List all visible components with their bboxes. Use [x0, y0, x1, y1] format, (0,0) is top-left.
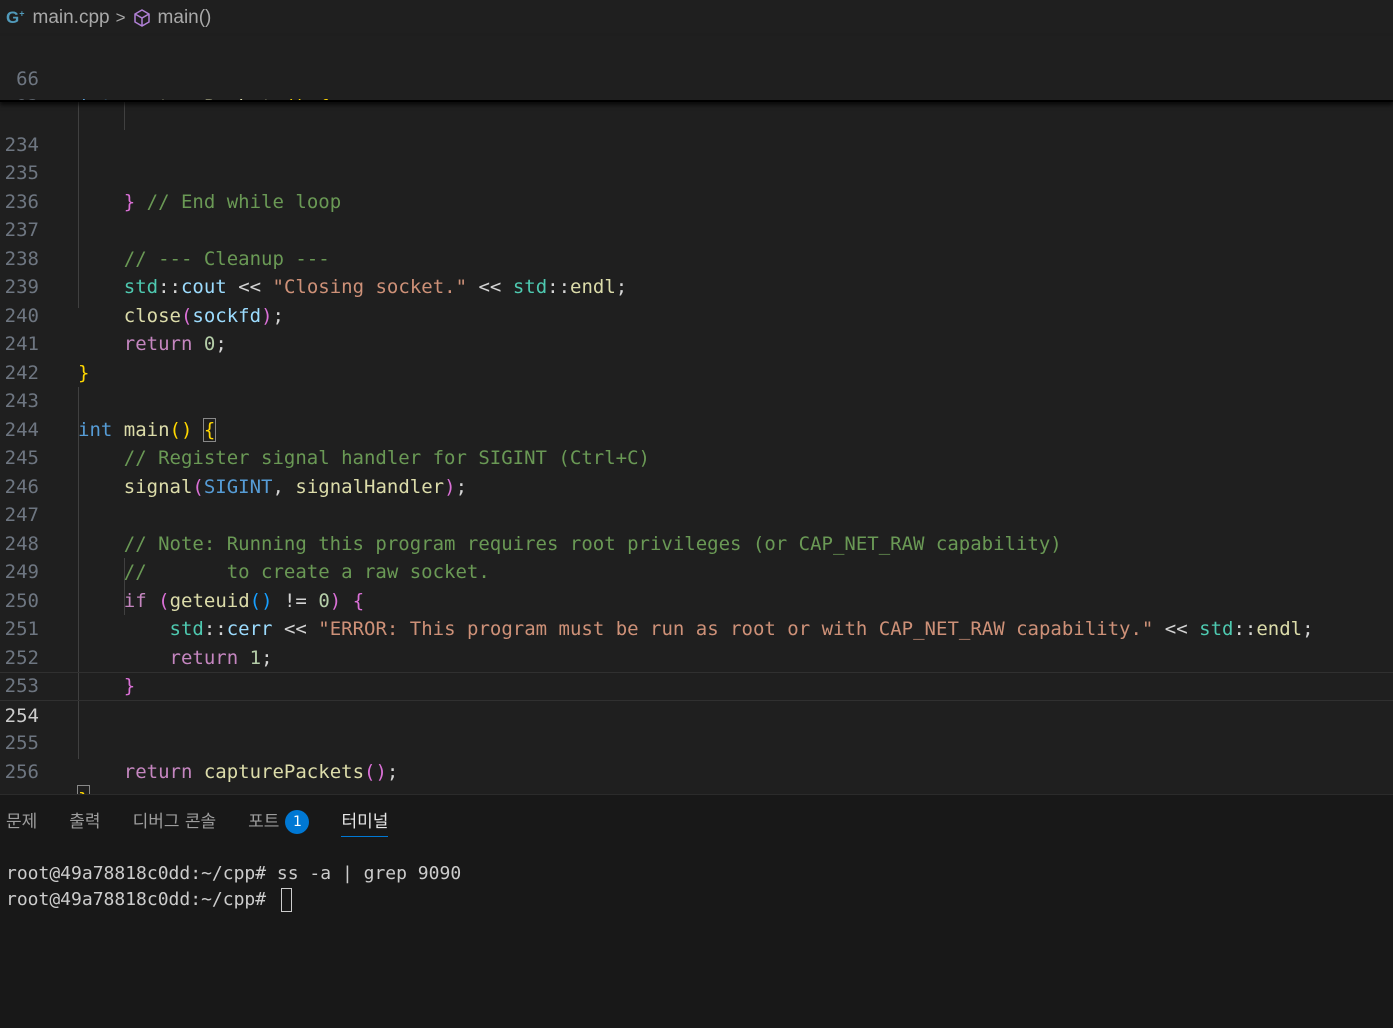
tab-output[interactable]: 출력 [69, 807, 100, 837]
code-line[interactable]: 251 return 1; [0, 587, 1393, 669]
code-line[interactable]: 250 std::cerr << "ERROR: This program mu… [0, 558, 1393, 641]
terminal[interactable]: root@49a78818c0dd:~/cpp# ss -a | grep 90… [6, 861, 461, 913]
breadcrumb-file[interactable]: main.cpp [33, 7, 110, 29]
bottom-panel: 문제 출력 디버그 콘솔 포트 1 터미널 root@49a78818c0dd:~… [0, 794, 1393, 1028]
code-line[interactable]: 249 if (geteuid() != 0) { [0, 530, 1393, 612]
terminal-prompt-line: root@49a78818c0dd:~/cpp# [6, 887, 461, 913]
code-line[interactable]: 237 // --- Cleanup --- [0, 188, 1393, 270]
code-line[interactable]: 247 // Note: Running this program requir… [0, 473, 1393, 555]
code-editor[interactable]: 234 235 } // End while loop 236 237 // -… [0, 102, 1393, 794]
cpp-file-icon: G+ [6, 8, 25, 27]
code-line[interactable]: 239 close(sockfd); [0, 245, 1393, 327]
code-line[interactable]: 235 } // End while loop [0, 131, 1393, 213]
code-line[interactable]: 246 [0, 444, 1393, 498]
code-line[interactable]: 244 // Register signal handler for SIGIN… [0, 387, 1393, 470]
code-line[interactable]: 255 return capturePackets(); [0, 701, 1393, 783]
breadcrumb: G+ main.cpp > main() [0, 0, 1393, 36]
code-line[interactable]: 241 } [0, 302, 1393, 384]
sticky-scroll[interactable]: 66 int capturePackets() { 93 while (!sto… [0, 36, 1393, 102]
code-line[interactable]: 236 [0, 159, 1393, 213]
breadcrumb-symbol[interactable]: main() [158, 7, 212, 29]
sticky-line[interactable]: 66 int capturePackets() { [0, 36, 1393, 101]
tab-problems[interactable]: 문제 [6, 807, 37, 837]
code-line: int capturePackets() { [78, 93, 330, 100]
breadcrumb-separator: > [115, 8, 126, 27]
code-line[interactable]: 245 signal(SIGINT, signalHandler); [0, 416, 1393, 498]
current-line[interactable]: 254 [0, 672, 1393, 727]
code-line[interactable]: 248 // to create a raw socket. [0, 501, 1393, 584]
code-line[interactable]: 242 [0, 330, 1393, 384]
tab-debug-console[interactable]: 디버그 콘솔 [133, 807, 217, 837]
terminal-line: root@49a78818c0dd:~/cpp# ss -a | grep 90… [6, 863, 462, 884]
line-number: 93 [0, 93, 39, 100]
line-number: 256 [4, 760, 39, 783]
code-line[interactable]: 240 return 0; [0, 273, 1393, 356]
code-line[interactable]: 253 [0, 644, 1393, 697]
code-line[interactable]: 256 } [0, 729, 1393, 794]
tab-ports[interactable]: 포트 1 [248, 807, 310, 837]
sticky-line[interactable]: 93 while (!stop_capture) { [0, 65, 1393, 100]
terminal-prompt: root@49a78818c0dd:~/cpp# [6, 889, 277, 910]
code-line[interactable]: 252 } [0, 615, 1393, 698]
terminal-cursor [280, 888, 292, 912]
code-line[interactable]: 234 [0, 102, 1393, 156]
tab-terminal[interactable]: 터미널 [341, 807, 389, 837]
panel-tabs: 문제 출력 디버그 콘솔 포트 1 터미널 [0, 795, 414, 849]
code-line[interactable]: 243 int main() { [0, 359, 1393, 442]
code-line[interactable]: 238 std::cout << "Closing socket." << st… [0, 216, 1393, 299]
ports-count-badge: 1 [285, 810, 310, 834]
cube-icon [133, 9, 150, 27]
